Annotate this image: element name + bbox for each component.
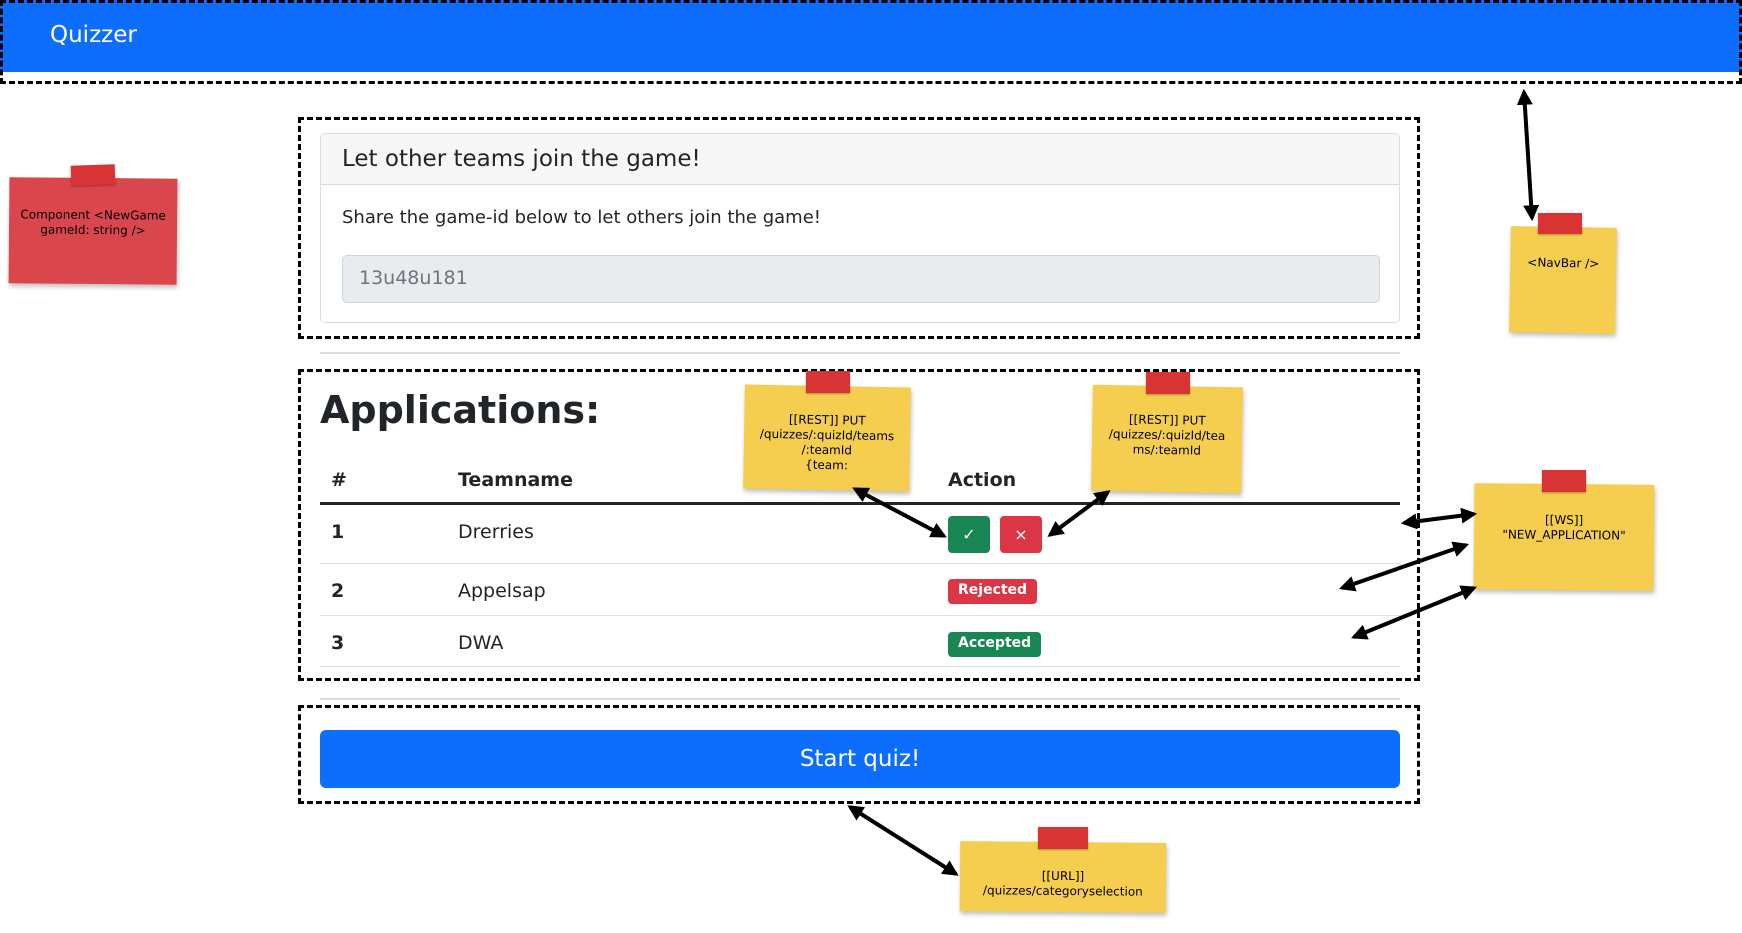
arrow-ws-2 [1338,541,1470,592]
arrow-reject [1047,490,1111,537]
arrow-ws-1 [1400,507,1478,530]
arrow-url [847,805,959,876]
connector-arrows [847,88,1540,876]
arrow-accept [852,487,947,538]
arrow-ws-3 [1351,585,1477,640]
arrow-navbar [1516,88,1540,222]
